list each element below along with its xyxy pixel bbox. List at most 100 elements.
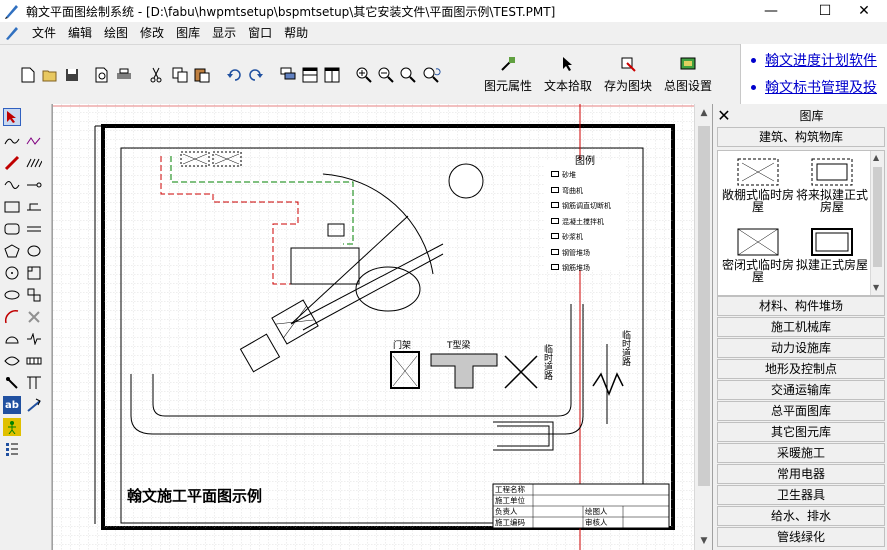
zoom-out-icon[interactable] — [376, 65, 396, 85]
scroll-down-icon[interactable]: ▼ — [695, 532, 713, 550]
curve-tool-icon[interactable] — [3, 176, 21, 194]
delete-tool-icon[interactable] — [25, 308, 43, 326]
bullet-icon — [751, 58, 756, 63]
menu-file[interactable]: 文件 — [26, 22, 62, 44]
category-item[interactable]: 地形及控制点 — [717, 359, 885, 379]
scroll-down-icon[interactable]: ▼ — [873, 283, 879, 292]
table-tool-icon[interactable] — [25, 374, 43, 392]
redo-icon[interactable] — [246, 65, 266, 85]
layer-icon[interactable] — [278, 65, 298, 85]
category-item[interactable]: 常用电器 — [717, 464, 885, 484]
canvas-scrollbar[interactable]: ▲ ▼ — [694, 104, 712, 550]
frame-tool-icon[interactable] — [25, 264, 43, 282]
block-insert-tool-icon[interactable] — [25, 286, 43, 304]
cloud-tool-icon[interactable] — [25, 242, 43, 260]
split-v-icon[interactable] — [322, 65, 342, 85]
pulse-tool-icon[interactable] — [25, 330, 43, 348]
polygon-tool-icon[interactable] — [3, 242, 21, 260]
standard-toolbar — [0, 44, 476, 104]
menu-view[interactable]: 显示 — [206, 22, 242, 44]
wrench-tool-icon[interactable] — [3, 374, 21, 392]
category-item[interactable]: 卫生器具 — [717, 485, 885, 505]
cut-icon[interactable] — [146, 65, 166, 85]
ellipse-tool-icon[interactable] — [3, 286, 21, 304]
menu-window[interactable]: 窗口 — [242, 22, 278, 44]
menu-modify[interactable]: 修改 — [134, 22, 170, 44]
new-icon[interactable] — [18, 65, 38, 85]
save-block-button[interactable]: 存为图块 — [604, 55, 652, 101]
library-item[interactable]: 拟建正式房屋 — [796, 227, 868, 271]
category-item[interactable]: 采暖施工 — [717, 443, 885, 463]
library-item[interactable]: 敞棚式临时房屋 — [722, 157, 794, 213]
document-icon[interactable] — [4, 25, 20, 41]
zoom-refresh-icon[interactable] — [422, 65, 442, 85]
rounded-rect-tool-icon[interactable] — [3, 220, 21, 238]
double-line-tool-icon[interactable] — [25, 220, 43, 238]
wave-tool-icon[interactable] — [25, 132, 43, 150]
map-settings-button[interactable]: 总图设置 — [664, 55, 712, 101]
print-icon[interactable] — [114, 65, 134, 85]
library-item-grid: 敞棚式临时房屋 将来拟建正式房屋 密闭式临时房屋 拟建正式房屋 ▲ ▼ — [717, 150, 885, 296]
scroll-up-icon[interactable]: ▲ — [873, 153, 879, 162]
undo-icon[interactable] — [224, 65, 244, 85]
hatch-tool-icon[interactable] — [25, 154, 43, 172]
drawing-canvas[interactable]: 图例 砂堆 弯曲机 钢筋调直切断机 混凝土搅拌机 砂浆机 钢管堆场 钢筋堆场 门… — [52, 104, 712, 550]
print-preview-icon[interactable] — [92, 65, 112, 85]
copy-icon[interactable] — [170, 65, 190, 85]
minimize-button[interactable]: — — [748, 0, 794, 22]
planned-building-icon — [811, 228, 853, 256]
drawing-toolbar: ab — [0, 104, 52, 550]
leaf-tool-icon[interactable] — [3, 352, 21, 370]
circle-tool-icon[interactable] — [3, 264, 21, 282]
scroll-thumb[interactable] — [873, 167, 882, 267]
bullet-icon — [751, 85, 756, 90]
polyline-tool-icon[interactable] — [3, 132, 21, 150]
select-tool-icon[interactable] — [3, 108, 21, 126]
category-item[interactable]: 交通运输库 — [717, 380, 885, 400]
menu-edit[interactable]: 编辑 — [62, 22, 98, 44]
category-buildings[interactable]: 建筑、构筑物库 — [717, 127, 885, 147]
legend-item: 弯曲机 — [551, 184, 611, 200]
category-item[interactable]: 其它图元库 — [717, 422, 885, 442]
person-tool-icon[interactable] — [3, 418, 21, 436]
element-properties-button[interactable]: 图元属性 — [484, 55, 532, 101]
paste-icon[interactable] — [192, 65, 212, 85]
zoom-in-icon[interactable] — [354, 65, 374, 85]
menu-help[interactable]: 帮助 — [278, 22, 314, 44]
menu-draw[interactable]: 绘图 — [98, 22, 134, 44]
library-scrollbar[interactable]: ▲ ▼ — [870, 151, 884, 295]
scroll-up-icon[interactable]: ▲ — [695, 104, 713, 122]
arc-tool-icon[interactable] — [3, 308, 21, 326]
category-item[interactable]: 给水、排水 — [717, 506, 885, 526]
library-item[interactable]: 密闭式临时房屋 — [722, 227, 794, 283]
scroll-thumb[interactable] — [698, 126, 710, 486]
ruler-tool-icon[interactable] — [3, 154, 21, 172]
text-tool-icon[interactable]: ab — [3, 396, 21, 414]
ad-link-schedule[interactable]: 翰文进度计划软件 — [765, 50, 877, 70]
save-icon[interactable] — [62, 65, 82, 85]
ad-link-bid[interactable]: 翰文标书管理及投 — [765, 77, 877, 97]
text-pick-button[interactable]: 文本拾取 — [544, 55, 592, 101]
close-icon[interactable]: ✕ — [713, 106, 735, 125]
rectangle-tool-icon[interactable] — [3, 198, 21, 216]
list-tool-icon[interactable] — [3, 440, 21, 458]
category-item[interactable]: 材料、构件堆场 — [717, 296, 885, 316]
bar-tool-icon[interactable] — [25, 352, 43, 370]
zoom-window-icon[interactable] — [398, 65, 418, 85]
arrow-line-tool-icon[interactable] — [25, 176, 43, 194]
measure-tool-icon[interactable] — [25, 396, 43, 414]
category-item[interactable]: 动力设施库 — [717, 338, 885, 358]
close-button[interactable]: ✕ — [841, 0, 887, 22]
category-item[interactable]: 施工机械库 — [717, 317, 885, 337]
legend-item: 钢筋堆场 — [551, 261, 611, 277]
menu-library[interactable]: 图库 — [170, 22, 206, 44]
library-item[interactable]: 将来拟建正式房屋 — [796, 157, 868, 213]
split-h-icon[interactable] — [300, 65, 320, 85]
app-icon — [5, 5, 18, 19]
half-circle-tool-icon[interactable] — [3, 330, 21, 348]
dimension-tool-icon[interactable] — [25, 198, 43, 216]
category-item[interactable]: 总平面图库 — [717, 401, 885, 421]
open-icon[interactable] — [40, 65, 60, 85]
shed-house-icon — [737, 158, 779, 186]
category-item[interactable]: 管线绿化 — [717, 527, 885, 547]
